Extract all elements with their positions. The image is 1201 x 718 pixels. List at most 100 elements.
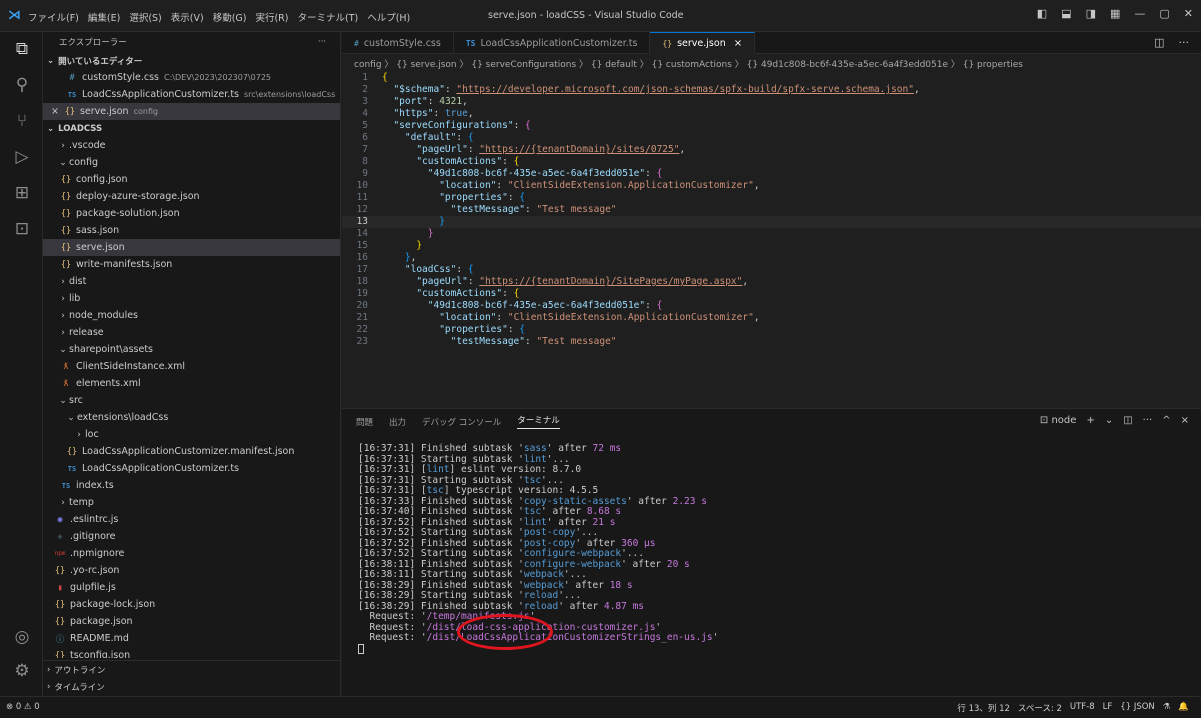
more-actions-icon[interactable]: ··· bbox=[1143, 415, 1153, 426]
manage-gear-icon[interactable]: ⚙ bbox=[11, 660, 33, 682]
folder-item[interactable]: ⌄ config bbox=[43, 154, 340, 171]
search-icon[interactable]: ⚲ bbox=[11, 74, 33, 96]
explorer-icon[interactable]: ⧉ bbox=[11, 38, 33, 60]
extensions-icon[interactable]: ⊞ bbox=[11, 182, 33, 204]
file-item[interactable]: ◉ .eslintrc.js bbox=[43, 511, 340, 528]
folder-item[interactable]: ⌄ sharepoint\assets bbox=[43, 341, 340, 358]
menu-item[interactable]: ヘルプ(H) bbox=[367, 10, 410, 24]
close-panel-icon[interactable]: × bbox=[1181, 415, 1189, 426]
folder-item[interactable]: › lib bbox=[43, 290, 340, 307]
chevron-down-icon[interactable]: ⌄ bbox=[1105, 415, 1113, 426]
account-icon[interactable]: ◎ bbox=[11, 626, 33, 648]
chevron-right-icon: › bbox=[61, 497, 65, 508]
terminal-shell-selector[interactable]: ⊡ node bbox=[1040, 415, 1077, 426]
file-item[interactable]: ƛ elements.xml bbox=[43, 375, 340, 392]
menu-item[interactable]: ターミナル(T) bbox=[297, 10, 358, 24]
folder-item[interactable]: › .vscode bbox=[43, 137, 340, 154]
file-item[interactable]: TS LoadCssApplicationCustomizer.ts bbox=[43, 460, 340, 477]
timeline-section[interactable]: › タイムライン bbox=[43, 678, 341, 695]
maximize-panel-icon[interactable]: ^ bbox=[1162, 415, 1170, 426]
problems-indicator[interactable]: ⊗ 0 ⚠ 0 bbox=[6, 702, 40, 712]
split-terminal-icon[interactable]: ◫ bbox=[1123, 415, 1132, 426]
project-section[interactable]: ⌄ LOADCSS bbox=[43, 120, 340, 137]
menu-item[interactable]: 表示(V) bbox=[171, 10, 204, 24]
maximize-button[interactable]: ▢ bbox=[1159, 7, 1169, 20]
folder-item[interactable]: › dist bbox=[43, 273, 340, 290]
tab-json[interactable]: {} serve.json × bbox=[650, 32, 756, 54]
file-item[interactable]: {} tsconfig.json bbox=[43, 647, 340, 658]
token: "https://developer.microsoft.com/json-sc… bbox=[456, 84, 914, 95]
file-item[interactable]: {} .yo-rc.json bbox=[43, 562, 340, 579]
code-line: 4 "https": true, bbox=[342, 108, 1201, 120]
folder-item[interactable]: › release bbox=[43, 324, 340, 341]
source-control-icon[interactable]: ⑂ bbox=[11, 110, 33, 132]
close-icon[interactable]: × bbox=[51, 106, 59, 117]
breadcrumb[interactable]: config 〉 {} serve.json 〉 {} serveConfigu… bbox=[342, 54, 1201, 72]
menu-item[interactable]: ファイル(F) bbox=[28, 10, 79, 24]
run-debug-icon[interactable]: ▷ bbox=[11, 146, 33, 168]
file-item[interactable]: {} deploy-azure-storage.json bbox=[43, 188, 340, 205]
token: post-copy bbox=[523, 527, 576, 538]
end-of-line[interactable]: LF bbox=[1103, 702, 1113, 714]
panel-tab[interactable]: 出力 bbox=[389, 416, 406, 428]
folder-item[interactable]: › temp bbox=[43, 494, 340, 511]
cursor-position[interactable]: 行 13、列 12 bbox=[957, 702, 1010, 714]
minimize-button[interactable]: — bbox=[1134, 7, 1145, 20]
notifications-bell-icon[interactable]: 🔔 bbox=[1178, 702, 1189, 714]
outline-section[interactable]: › アウトライン bbox=[43, 661, 341, 678]
panel-tab[interactable]: 問題 bbox=[356, 416, 373, 428]
customize-layout-icon[interactable]: ▦ bbox=[1110, 7, 1120, 20]
panel-tab[interactable]: デバッグ コンソール bbox=[422, 416, 501, 428]
file-name: deploy-azure-storage.json bbox=[76, 191, 200, 202]
menu-item[interactable]: 選択(S) bbox=[129, 10, 161, 24]
code-editor[interactable]: 1{2 "$schema": "https://developer.micros… bbox=[342, 72, 1201, 408]
folder-item[interactable]: › node_modules bbox=[43, 307, 340, 324]
file-item[interactable]: TS index.ts bbox=[43, 477, 340, 494]
file-item[interactable]: {} serve.json bbox=[43, 239, 340, 256]
language-mode[interactable]: {} JSON bbox=[1120, 702, 1154, 714]
file-item[interactable]: ▮ gulpfile.js bbox=[43, 579, 340, 596]
file-item[interactable]: ⓘ README.md bbox=[43, 630, 340, 647]
menu-item[interactable]: 実行(R) bbox=[255, 10, 288, 24]
file-item[interactable]: {} write-manifests.json bbox=[43, 256, 340, 273]
file-item[interactable]: {} package-lock.json bbox=[43, 596, 340, 613]
file-name: package.json bbox=[70, 616, 133, 627]
open-editor-item[interactable]: # customStyle.css C:\DEV\2023\202307\0725 bbox=[43, 69, 340, 86]
copilot-icon[interactable]: ⚗ bbox=[1163, 702, 1171, 714]
encoding[interactable]: UTF-8 bbox=[1070, 702, 1095, 714]
tab-css[interactable]: # customStyle.css bbox=[342, 32, 454, 54]
file-item[interactable]: {} package-solution.json bbox=[43, 205, 340, 222]
close-tab-icon[interactable]: × bbox=[734, 38, 742, 49]
panel-tab[interactable]: ターミナル bbox=[517, 414, 560, 429]
file-name: README.md bbox=[70, 633, 129, 644]
indentation[interactable]: スペース: 2 bbox=[1018, 702, 1062, 714]
file-item[interactable]: {} config.json bbox=[43, 171, 340, 188]
tab-ts[interactable]: TS LoadCssApplicationCustomizer.ts bbox=[454, 32, 651, 54]
menu-item[interactable]: 移動(G) bbox=[213, 10, 247, 24]
file-item[interactable]: {} sass.json bbox=[43, 222, 340, 239]
token: "ClientSideExtension.ApplicationCustomiz… bbox=[507, 180, 754, 191]
file-item[interactable]: {} LoadCssApplicationCustomizer.manifest.… bbox=[43, 443, 340, 460]
file-item[interactable]: {} package.json bbox=[43, 613, 340, 630]
toggle-sidebar-icon[interactable]: ◧ bbox=[1037, 7, 1047, 20]
open-editor-item[interactable]: × {} serve.json config bbox=[43, 103, 340, 120]
terminal-icon[interactable]: ⊡ bbox=[11, 218, 33, 240]
toggle-secondary-sidebar-icon[interactable]: ◨ bbox=[1086, 7, 1096, 20]
token: sass bbox=[523, 443, 547, 454]
close-window-button[interactable]: ✕ bbox=[1184, 7, 1193, 20]
more-actions-icon[interactable]: ··· bbox=[1179, 36, 1190, 49]
file-item[interactable]: ◈ .gitignore bbox=[43, 528, 340, 545]
new-terminal-icon[interactable]: + bbox=[1086, 415, 1094, 426]
folder-item[interactable]: ⌄ src bbox=[43, 392, 340, 409]
file-item[interactable]: ƛ ClientSideInstance.xml bbox=[43, 358, 340, 375]
folder-item[interactable]: ⌄ extensions\loadCss bbox=[43, 409, 340, 426]
open-editors-section[interactable]: ⌄ 開いているエディター bbox=[43, 52, 340, 69]
toggle-panel-icon[interactable]: ⬓ bbox=[1061, 7, 1071, 20]
menu-item[interactable]: 編集(E) bbox=[88, 10, 120, 24]
code-line: 7 "pageUrl": "https://{tenantDomain}/sit… bbox=[342, 144, 1201, 156]
open-editor-item[interactable]: TS LoadCssApplicationCustomizer.ts src\ext… bbox=[43, 86, 340, 103]
split-editor-icon[interactable]: ◫ bbox=[1154, 36, 1164, 49]
file-item[interactable]: npm .npmignore bbox=[43, 545, 340, 562]
folder-item[interactable]: › loc bbox=[43, 426, 340, 443]
explorer-more-button[interactable]: ··· bbox=[318, 37, 326, 47]
